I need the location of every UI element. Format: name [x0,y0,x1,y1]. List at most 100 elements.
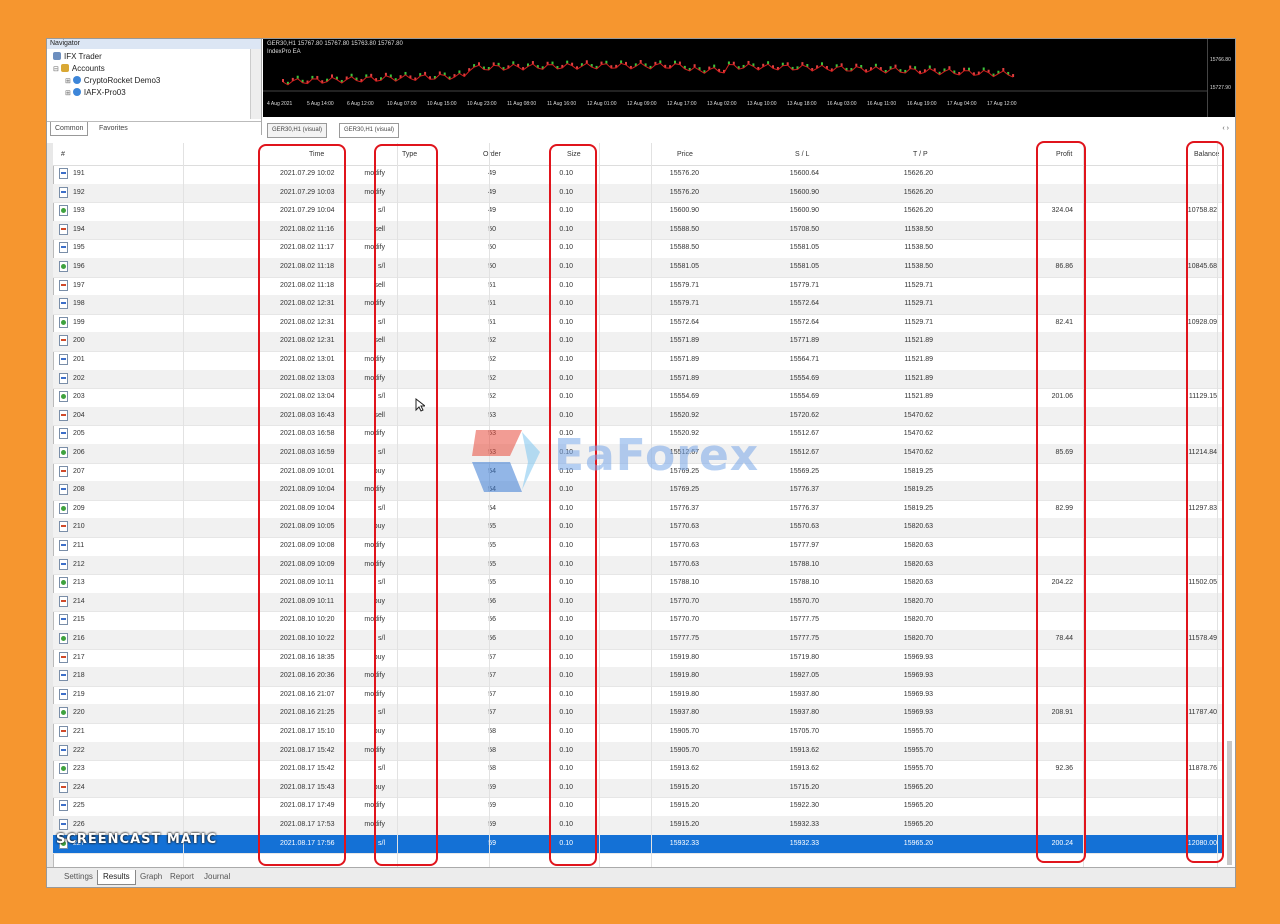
cell-num: 208 [73,486,85,494]
scrollbar-thumb[interactable] [1227,741,1232,865]
cell-sl: 15927.05 [789,672,819,680]
tab-settings[interactable]: Settings [59,870,98,884]
moving-average-line [282,62,1014,86]
cell-sl: 15600.90 [789,207,819,215]
cell-price: 15913.62 [669,765,699,773]
cell-price: 15919.80 [669,653,699,661]
date-label: 4 Aug 2021 [267,101,293,107]
modify-trade-icon [59,614,68,626]
cell-sl: 15708.50 [789,225,819,233]
tree-item-accounts[interactable]: ⊟ Accounts [53,64,105,75]
date-label: 16 Aug 19:00 [907,101,937,107]
modify-trade-icon [59,484,68,496]
tester-tabs: Settings Results Graph Report Journal [47,867,1235,887]
cell-sl: 15554.69 [789,393,819,401]
date-label: 17 Aug 12:00 [987,101,1017,107]
cell-price: 15571.89 [669,374,699,382]
tab-common[interactable]: Common [50,122,89,136]
cell-num: 222 [73,746,85,754]
open-trade-icon [59,279,68,291]
date-axis: 4 Aug 2021 5 Aug 14:00 6 Aug 12:00 10 Aug 0… [263,101,1207,115]
cell-num: 214 [73,597,85,605]
cell-price: 15554.69 [669,393,699,401]
cell-num: 220 [73,709,85,717]
tab-favorites[interactable]: Favorites [95,122,132,135]
collapse-icon[interactable]: ⊟ [53,66,59,73]
cell-tp: 15820.63 [903,579,933,587]
tree-item-account-1[interactable]: ⊞ CryptoRocket Demo3 [65,76,160,87]
cell-price: 15777.75 [669,635,699,642]
modify-trade-icon [59,354,68,365]
expand-icon[interactable]: ⊞ [65,78,71,85]
cell-price: 15571.89 [669,356,699,363]
modify-trade-icon [59,744,68,756]
table-scrollbar[interactable] [1227,145,1233,865]
tree-item-account-2[interactable]: ⊞ IAFX-Pro03 [65,88,126,99]
cell-tp: 15819.25 [903,504,933,512]
cell-tp: 11521.89 [904,337,933,345]
screencast-watermark: SCREENCAST MATIC [56,832,218,847]
chart-tab-2[interactable]: GER30,H1 (visual) [339,123,400,138]
col-header-num[interactable]: # [61,151,65,158]
price-label: 15727.90 [1210,85,1231,91]
closed-trade-icon [59,633,68,644]
cell-price: 15579.71 [669,281,699,289]
cell-tp: 15819.25 [903,467,933,475]
cell-sl: 15600.90 [789,188,819,196]
open-trade-icon [59,335,68,347]
cell-tp: 15626.20 [903,170,933,177]
cell-tp: 15955.70 [903,765,933,773]
cell-tp: 11529.71 [904,318,933,326]
col-header-sl[interactable]: S / L [795,151,809,158]
cell-num: 212 [73,560,85,568]
cell-sl: 15779.71 [789,281,819,289]
date-label: 16 Aug 03:00 [827,101,857,107]
col-header-order[interactable]: Order [483,151,501,158]
closed-trade-icon [59,502,68,514]
cell-sl: 15570.70 [789,597,819,605]
date-label: 6 Aug 12:00 [347,101,374,107]
date-label: 13 Aug 10:00 [747,101,777,107]
cell-sl: 15554.69 [789,374,819,382]
pane-arrows-icon[interactable]: ‹ › [1222,125,1229,132]
folder-icon [60,64,69,72]
tab-journal[interactable]: Journal [199,870,235,884]
cell-sl: 15932.33 [789,839,819,847]
cell-tp: 15820.70 [903,635,933,642]
expand-icon[interactable]: ⊞ [65,90,71,97]
chart-tab-1[interactable]: GER30,H1 (visual) [267,123,328,138]
cell-num: 215 [73,616,85,624]
date-label: 10 Aug 15:00 [427,101,457,107]
open-trade-icon [59,726,68,737]
col-header-tp[interactable]: T / P [913,151,928,158]
cell-tp: 15470.62 [903,430,933,438]
chart-indicator-label: IndexPro EA [267,49,301,55]
cell-price: 15579.71 [669,300,699,308]
cell-num: 217 [73,653,85,661]
modify-trade-icon [59,372,68,384]
closed-trade-icon [59,763,68,775]
cell-num: 218 [73,672,85,680]
cell-sl: 15937.80 [789,690,819,698]
date-label: 10 Aug 23:00 [467,101,497,107]
cell-tp: 15470.62 [903,411,933,419]
tab-report[interactable]: Report [165,870,199,884]
cell-price: 15576.20 [669,188,699,196]
price-label: 15766.80 [1210,57,1231,63]
tree-item-terminal[interactable]: IFX Trader [53,52,102,62]
cell-tp: 15820.63 [903,560,933,568]
cell-price: 15905.70 [669,746,699,754]
cell-tp: 11521.89 [904,374,933,382]
cell-tp: 15969.93 [903,709,933,717]
modify-trade-icon [59,186,68,198]
cell-price: 15571.89 [669,337,699,345]
tab-results[interactable]: Results [97,870,136,885]
chart-header: GER30,H1 15767.80 15767.80 15763.80 1576… [267,41,403,47]
cell-num: 216 [73,635,85,642]
tab-graph[interactable]: Graph [135,870,167,884]
col-header-price[interactable]: Price [677,151,693,158]
date-label: 12 Aug 09:00 [627,101,657,107]
navigator-scrollbar[interactable] [250,49,261,119]
cell-price: 15581.05 [669,263,699,270]
navigator-panel: Navigator IFX Trader ⊟ Accounts ⊞ CryptoRo… [47,39,262,136]
